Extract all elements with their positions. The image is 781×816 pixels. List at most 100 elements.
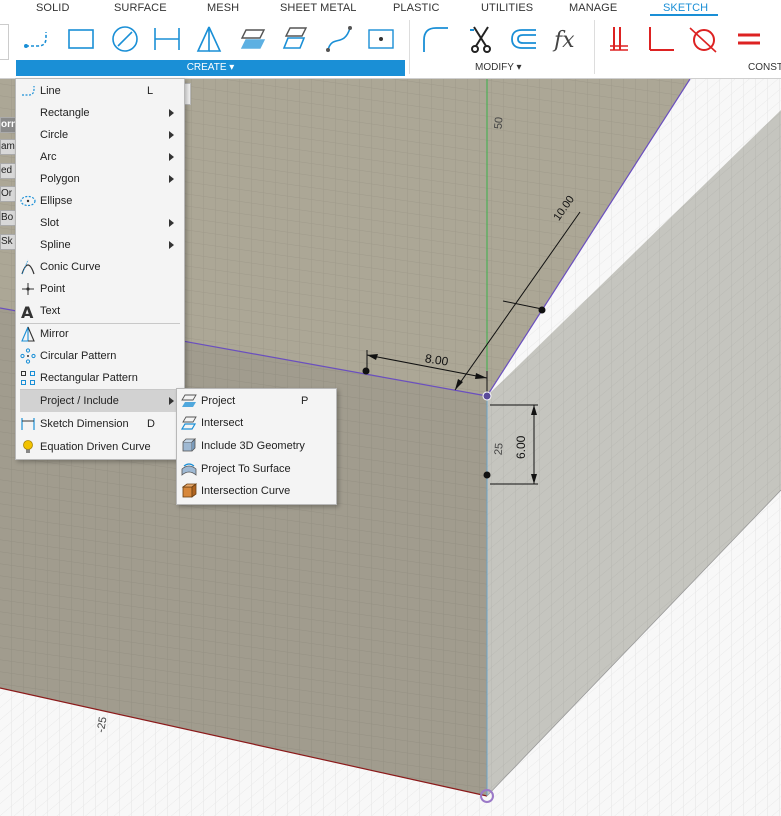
line-tool-icon	[24, 32, 47, 48]
sketch-point-corner	[482, 391, 492, 401]
project-tool-button[interactable]	[238, 24, 268, 54]
menu-item-arc[interactable]: Arc	[16, 146, 184, 168]
menu-item-intersect[interactable]: Intersect	[177, 412, 336, 434]
constraints-menu-button[interactable]: CONST	[748, 62, 781, 73]
intersect-tool-icon	[282, 27, 308, 49]
tab-solid[interactable]: SOLID	[36, 2, 70, 14]
tangent-constraint-button[interactable]	[688, 24, 718, 54]
menu-item-rectangle[interactable]: Rectangle	[16, 102, 184, 124]
modify-menu-button[interactable]: MODIFY ▾	[475, 62, 522, 73]
menu-item-ellipse[interactable]: Ellipse	[16, 190, 184, 212]
offset-tool-icon	[511, 29, 536, 49]
submenu-arrow-icon	[169, 175, 174, 183]
spline-tool-button[interactable]	[324, 24, 354, 54]
trim-tool-button[interactable]	[466, 24, 496, 54]
tab-utilities[interactable]: UTILITIES	[481, 2, 533, 14]
menu-item-label: Circular Pattern	[40, 350, 117, 362]
parameters-tool-button[interactable]: fx	[552, 24, 582, 54]
perpendicular-icon	[649, 27, 674, 51]
menu-item-label: Conic Curve	[40, 261, 101, 273]
menu-item-circular-pattern[interactable]: Circular Pattern	[16, 345, 184, 367]
menu-item-label: Ellipse	[40, 195, 73, 207]
menu-item-slot[interactable]: Slot	[16, 212, 184, 234]
tangent-icon	[689, 27, 717, 53]
menu-item-include-3d-geometry[interactable]: Include 3D Geometry	[177, 435, 336, 457]
dimension-tool-icon	[154, 28, 180, 50]
menu-item-sketch-dimension[interactable]: Sketch Dimension D	[16, 413, 184, 435]
menu-item-polygon[interactable]: Polygon	[16, 168, 184, 190]
circle-tool-button[interactable]	[110, 24, 140, 54]
equal-constraint-button[interactable]	[734, 24, 764, 54]
fx-icon: fx	[552, 28, 575, 53]
menu-item-label: Intersection Curve	[201, 485, 291, 497]
mirror-tool-button[interactable]	[194, 24, 224, 54]
menu-item-label: Sketch Dimension	[40, 418, 129, 430]
menu-item-line[interactable]: Line L	[16, 80, 184, 102]
scissors-icon	[470, 26, 491, 53]
line-tool-button[interactable]	[22, 24, 52, 54]
svg-text:fx: fx	[552, 28, 575, 53]
menu-item-label: Equation Driven Curve	[40, 441, 151, 453]
axis-label-mid: 25	[493, 442, 506, 455]
mirror-tool-icon	[196, 26, 222, 52]
menu-item-label: Circle	[40, 129, 69, 141]
menu-item-rectangular-pattern[interactable]: Rectangular Pattern	[16, 367, 184, 389]
menu-item-spline[interactable]: Spline	[16, 234, 184, 256]
create-dropdown-menu: Line L Rectangle Circle Arc Polygon Elli…	[15, 78, 185, 460]
shortcut-label: L	[147, 85, 154, 97]
rectangular-pattern-icon	[21, 371, 35, 385]
intersect-icon	[181, 416, 197, 430]
submenu-arrow-icon	[169, 131, 174, 139]
menu-item-circle[interactable]: Circle	[16, 124, 184, 146]
menu-item-project[interactable]: Project P	[177, 390, 336, 412]
menu-item-text[interactable]: A Text	[16, 300, 184, 322]
sketch-point	[483, 471, 491, 479]
sketch-point	[538, 306, 546, 314]
project-to-surface-icon	[181, 463, 197, 476]
axis-label-top: 50	[492, 116, 505, 129]
tab-surface[interactable]: SURFACE	[114, 2, 167, 14]
tab-manage[interactable]: MANAGE	[569, 2, 617, 14]
intersect-tool-button[interactable]	[280, 24, 310, 54]
coincident-constraint-button[interactable]	[606, 24, 636, 54]
fillet-tool-icon	[423, 27, 448, 52]
toolbar-tabs: SOLID SURFACE MESH SHEET METAL PLASTIC U…	[0, 0, 781, 16]
tab-plastic[interactable]: PLASTIC	[393, 2, 440, 14]
shortcut-label: P	[301, 395, 309, 407]
rectangle-tool-icon	[68, 29, 94, 49]
menu-item-intersection-curve[interactable]: Intersection Curve	[177, 480, 336, 502]
submenu-arrow-icon	[169, 153, 174, 161]
menu-item-label: Line	[40, 85, 61, 97]
offset-tool-button[interactable]	[508, 24, 538, 54]
create-menu-button[interactable]: CREATE ▾	[16, 60, 405, 76]
coincident-icon	[610, 27, 628, 51]
project-icon	[181, 394, 197, 407]
dim-height-label: 6.00	[514, 435, 528, 459]
dimension-tool-button[interactable]	[152, 24, 182, 54]
tab-mesh[interactable]: MESH	[207, 2, 239, 14]
menu-item-project-include[interactable]: Project / Include	[20, 390, 180, 412]
tab-sketch[interactable]: SKETCH	[663, 2, 708, 14]
menu-item-project-to-surface[interactable]: Project To Surface	[177, 458, 336, 480]
project-include-submenu: Project P Intersect Include 3D Geometry …	[176, 388, 337, 505]
toolbar-separator	[594, 20, 595, 74]
menu-item-equation-driven-curve[interactable]: Equation Driven Curve	[16, 436, 184, 458]
shortcut-label: D	[147, 418, 155, 430]
menu-item-label: Point	[40, 283, 66, 295]
menu-item-mirror[interactable]: Mirror	[16, 323, 184, 345]
menu-item-point[interactable]: Point	[16, 278, 184, 300]
menu-item-conic-curve[interactable]: Conic Curve	[16, 256, 184, 278]
svg-text:A: A	[21, 303, 34, 319]
menu-item-label: Intersect	[201, 417, 244, 429]
project-tool-icon	[240, 29, 266, 49]
spline-tool-icon	[326, 26, 352, 52]
rectangle-tool-button[interactable]	[66, 24, 96, 54]
perpendicular-constraint-button[interactable]	[646, 24, 676, 54]
menu-item-label: Text	[40, 305, 61, 317]
point-tool-button[interactable]	[366, 24, 396, 54]
submenu-arrow-icon	[169, 219, 174, 227]
tab-sheet-metal[interactable]: SHEET METAL	[280, 2, 357, 14]
submenu-arrow-icon	[169, 241, 174, 249]
fillet-tool-button[interactable]	[420, 24, 450, 54]
panel-edge	[0, 24, 9, 60]
